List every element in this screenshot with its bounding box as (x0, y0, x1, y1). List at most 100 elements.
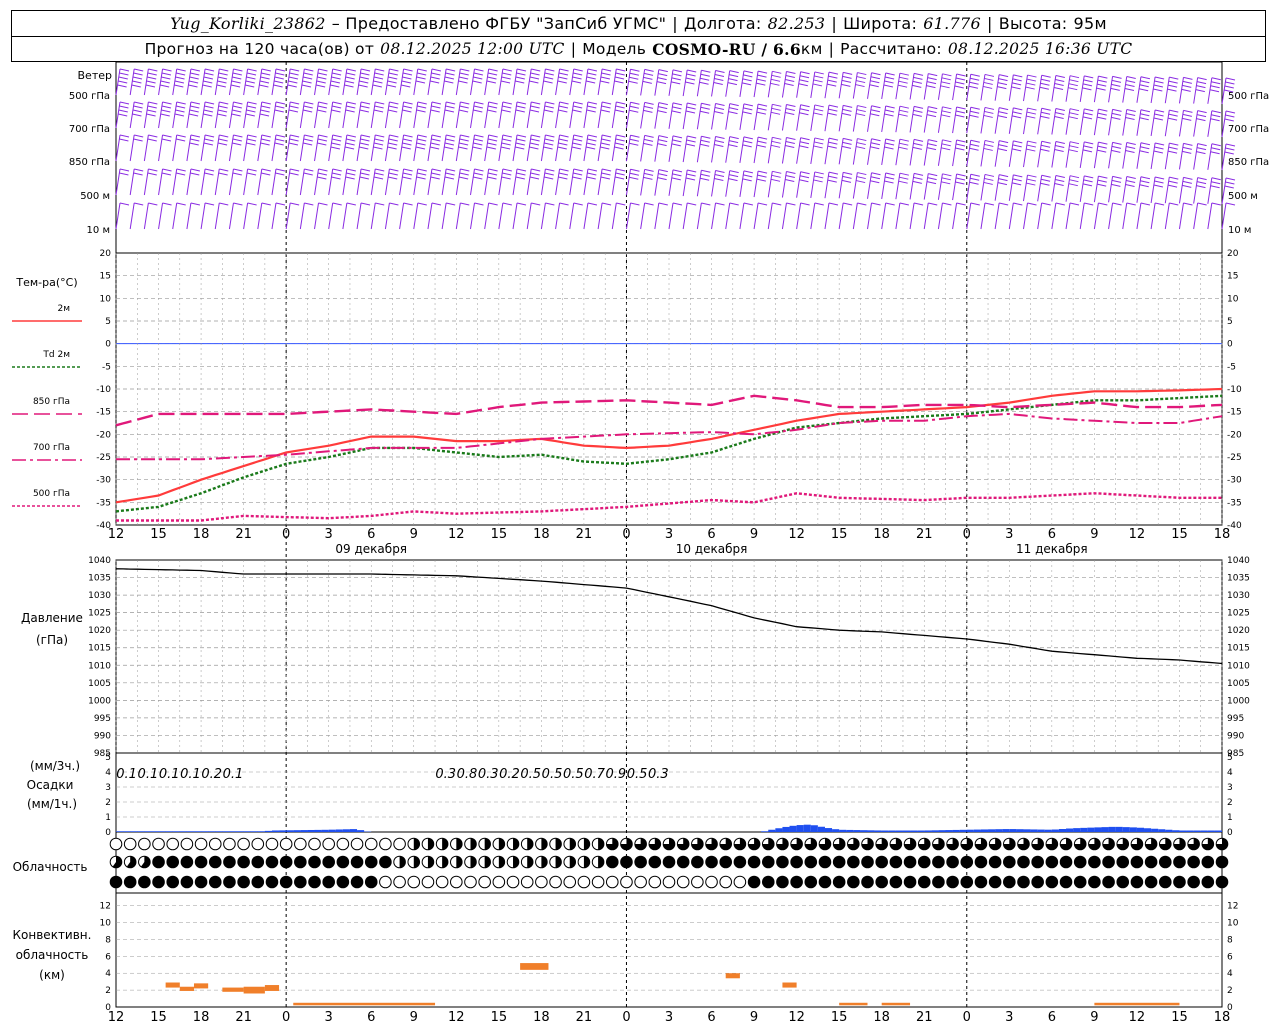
wind-barb-flag (1041, 74, 1051, 78)
cloud-symbol (889, 875, 903, 889)
wind-barb-flag (997, 115, 1008, 119)
wind-barb-flag (1168, 113, 1178, 117)
wind-barb-flag (317, 142, 327, 146)
wind-barb-flag (687, 202, 697, 206)
wind-barb-flag (729, 107, 739, 111)
cloud-symbol (1130, 855, 1144, 869)
wind-barb-flag (573, 72, 583, 76)
wind-barb (228, 68, 234, 96)
wind-barb-flag (544, 176, 554, 180)
wind-barb-flag (373, 142, 384, 146)
wind-barb-flag (331, 105, 342, 109)
temp-tick-right: 10 (1227, 294, 1239, 304)
wind-barb (1037, 75, 1043, 102)
wind-barb-flag (630, 134, 640, 138)
wind-barb-flag (1196, 85, 1206, 89)
wind-barb-flag (133, 172, 143, 176)
wind-barb-flag (117, 84, 127, 88)
wind-barb (852, 202, 858, 230)
wind-barb-flag (1027, 140, 1037, 144)
wind-barb-flag (1026, 111, 1036, 115)
cloud-symbol (1116, 875, 1130, 889)
wind-barb (158, 101, 164, 129)
cloud-symbol (662, 855, 676, 869)
pres-tick-left: 1015 (88, 644, 111, 654)
panel-frame-prec (115, 752, 1223, 833)
wind-barb (299, 68, 305, 96)
precip-bar (931, 830, 939, 832)
wind-barb-flag (360, 101, 371, 105)
wind-barb-flag (360, 72, 370, 76)
wind-barb-flag (927, 110, 937, 114)
wind-level-label-right: 500 м (1228, 191, 1258, 202)
wind-barb (271, 202, 277, 230)
conv-cloud-bar (193, 983, 209, 989)
wind-barb (1193, 177, 1199, 204)
wind-barb (838, 172, 844, 199)
wind-barb-flag (772, 202, 782, 206)
wind-barb-flag (1140, 76, 1151, 80)
wind-barb-flag (672, 169, 683, 173)
prec-tick-left: 5 (105, 753, 111, 763)
precip-bar (130, 831, 138, 832)
wind-barb-flag (984, 110, 994, 114)
cloud-symbol-fill (569, 856, 576, 868)
temp-tick-left: 0 (105, 340, 111, 350)
wind-barb (342, 134, 348, 162)
wind-barb (172, 202, 178, 230)
wind-barb (583, 202, 589, 230)
wind-barb-flag (1055, 75, 1065, 78)
wind-barb-flag (898, 180, 908, 184)
wind-barb (1051, 141, 1057, 168)
wind-barb-flag (1026, 144, 1036, 148)
wind-barb-flag (1055, 175, 1065, 178)
temp-tick-right: -10 (1227, 385, 1242, 395)
wind-barb-flag (374, 72, 384, 76)
wind-barb-flag (460, 202, 470, 206)
cloud-symbol (648, 855, 662, 869)
wind-barb-flag (1182, 80, 1192, 84)
wind-barb-flag (1167, 117, 1178, 121)
temp-tick-left: -30 (96, 476, 111, 486)
wind-barb-flag (800, 71, 810, 75)
wind-barb (625, 102, 631, 129)
cloud-symbol (1130, 875, 1144, 889)
wind-barb-flag (417, 168, 427, 172)
wind-barb-flag (473, 138, 483, 142)
wind-barb (228, 134, 234, 162)
wind-level-label-right: 700 гПа (1228, 124, 1269, 135)
precip-bar (1037, 829, 1045, 832)
wind-barb (1122, 142, 1128, 169)
wind-barb-flag (445, 72, 455, 76)
cloud-symbol (705, 875, 718, 889)
wind-barb (895, 202, 901, 230)
wind-barb-flag (1054, 183, 1064, 186)
wind-barb-flag (657, 110, 667, 114)
wind-barb-flag (672, 102, 683, 106)
wind-barb-flag (757, 174, 767, 178)
wind-barb-flag (147, 105, 157, 109)
wind-barb-flag (431, 101, 442, 105)
wind-barb (1022, 74, 1028, 102)
cloud-symbol (308, 875, 321, 889)
wind-barb-flag (417, 72, 427, 76)
wind-barb-flag (941, 77, 951, 81)
wind-barb-flag (984, 143, 994, 147)
wind-barb-flag (233, 134, 243, 138)
cloud-symbol (1187, 875, 1200, 889)
wind-barb-flag (358, 84, 368, 88)
wind-barb-flag (246, 172, 257, 176)
wind-barb-flag (814, 71, 824, 75)
wind-barb-flag (174, 80, 185, 84)
wind-barb (611, 202, 617, 230)
wind-barb (299, 168, 305, 196)
wind-barb-flag (1026, 82, 1036, 86)
wind-barb-flag (246, 142, 256, 146)
wind-barb-flag (926, 147, 937, 151)
cloud-symbol (208, 855, 222, 869)
wind-barb-flag (558, 109, 568, 113)
wind-barb-flag (1225, 81, 1235, 85)
wind-barb-flag (672, 135, 683, 139)
wind-barb (1136, 109, 1142, 136)
wind-barb-flag (473, 105, 483, 109)
